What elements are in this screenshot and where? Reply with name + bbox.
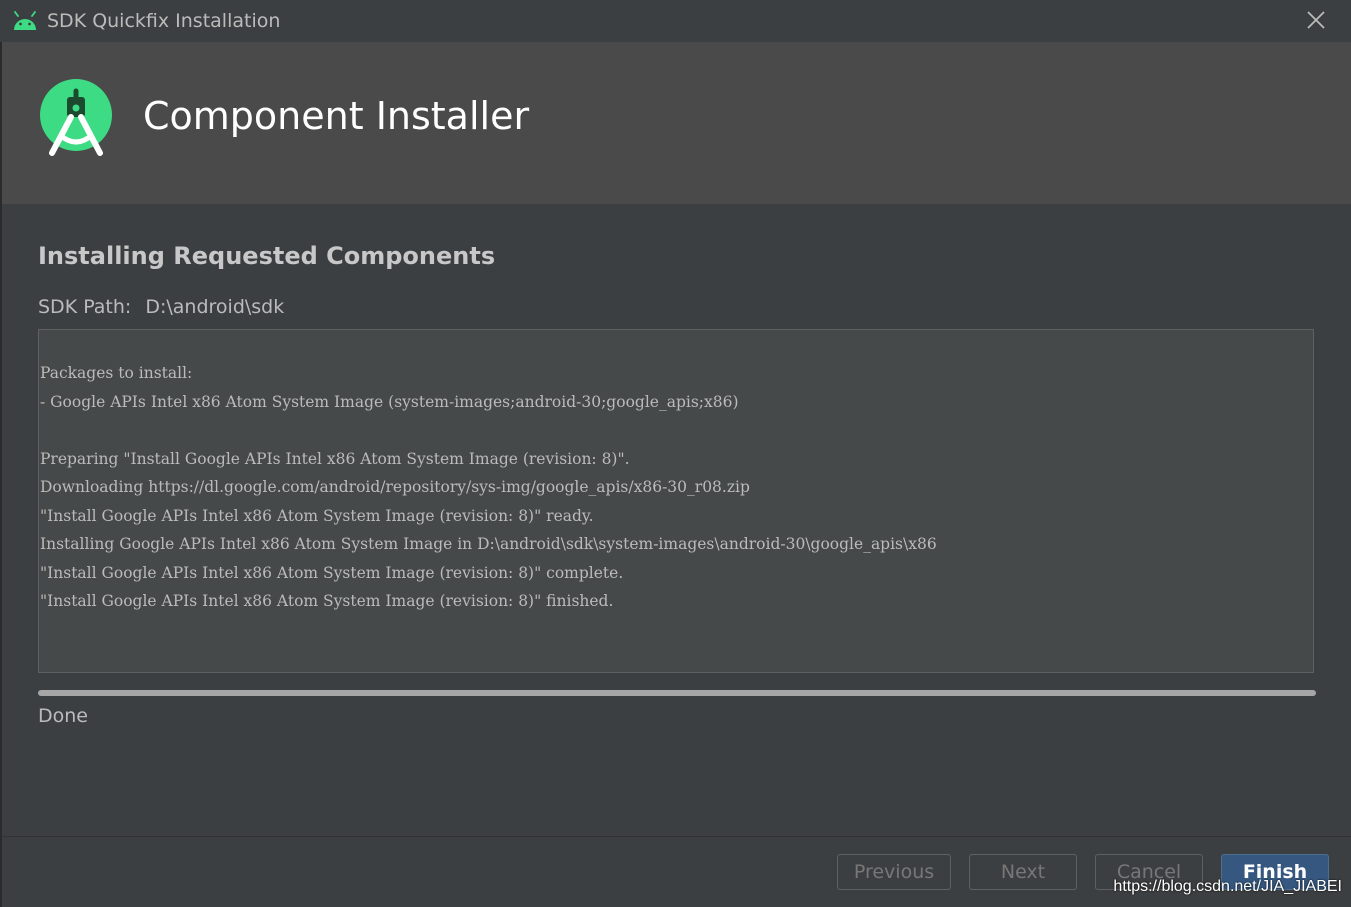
banner-heading: Component Installer — [143, 94, 530, 138]
log-line: "Install Google APIs Intel x86 Atom Syst… — [40, 592, 614, 610]
log-line: Installing Google APIs Intel x86 Atom Sy… — [40, 535, 937, 553]
status-text: Done — [38, 705, 88, 727]
log-line: "Install Google APIs Intel x86 Atom Syst… — [40, 506, 594, 525]
close-icon[interactable] — [1305, 9, 1327, 31]
install-progress-bar — [38, 690, 1316, 696]
android-icon — [14, 11, 36, 30]
log-line: Preparing "Install Google APIs Intel x86… — [40, 449, 630, 468]
log-line: Downloading https://dl.google.com/androi… — [40, 478, 750, 496]
install-log[interactable]: Packages to install: - Google APIs Intel… — [38, 329, 1314, 673]
log-line: Packages to install: — [40, 364, 193, 382]
log-line: "Install Google APIs Intel x86 Atom Syst… — [40, 563, 624, 582]
previous-button[interactable]: Previous — [837, 854, 951, 890]
section-title: Installing Requested Components — [38, 242, 496, 270]
next-button[interactable]: Next — [969, 854, 1077, 890]
android-studio-logo — [40, 79, 112, 156]
window-title: SDK Quickfix Installation — [47, 10, 281, 32]
sdk-path-value: D:\android\sdk — [145, 296, 285, 318]
sdk-path-row: SDK Path: D:\android\sdk — [38, 296, 284, 318]
progress-fill — [38, 690, 1316, 696]
watermark-text: https://blog.csdn.net/JIA_JIABEI — [1113, 878, 1342, 895]
button-bar: Previous Next Cancel Finish — [2, 836, 1351, 907]
sdk-path-label: SDK Path: — [38, 296, 132, 318]
log-line: - Google APIs Intel x86 Atom System Imag… — [40, 392, 739, 411]
header-banner: Component Installer — [2, 42, 1351, 204]
dialog-window: SDK Quickfix Installation Component Inst… — [0, 0, 1351, 907]
main-content: Installing Requested Components SDK Path… — [2, 204, 1351, 836]
title-bar[interactable]: SDK Quickfix Installation — [0, 0, 1351, 42]
